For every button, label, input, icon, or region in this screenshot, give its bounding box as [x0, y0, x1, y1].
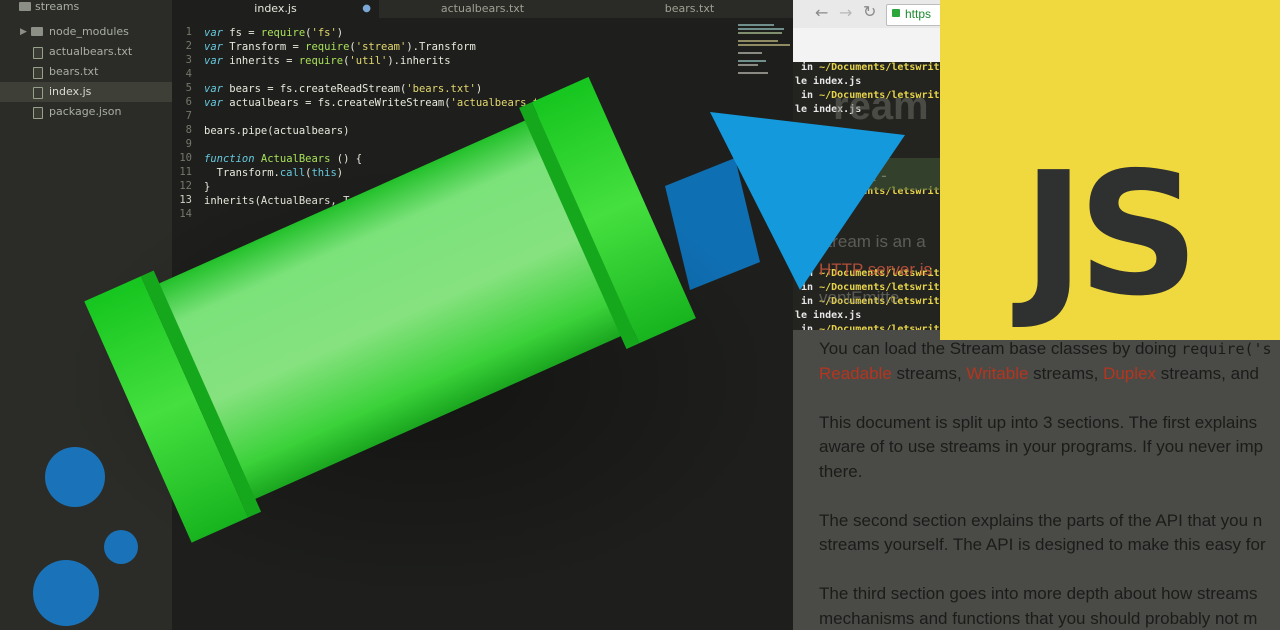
bubble-icon	[104, 530, 138, 564]
bubble-icon	[33, 560, 99, 626]
bubble-icon	[45, 447, 105, 507]
stream-pipe-illustration	[33, 76, 905, 626]
pipe-graphic	[60, 76, 780, 600]
